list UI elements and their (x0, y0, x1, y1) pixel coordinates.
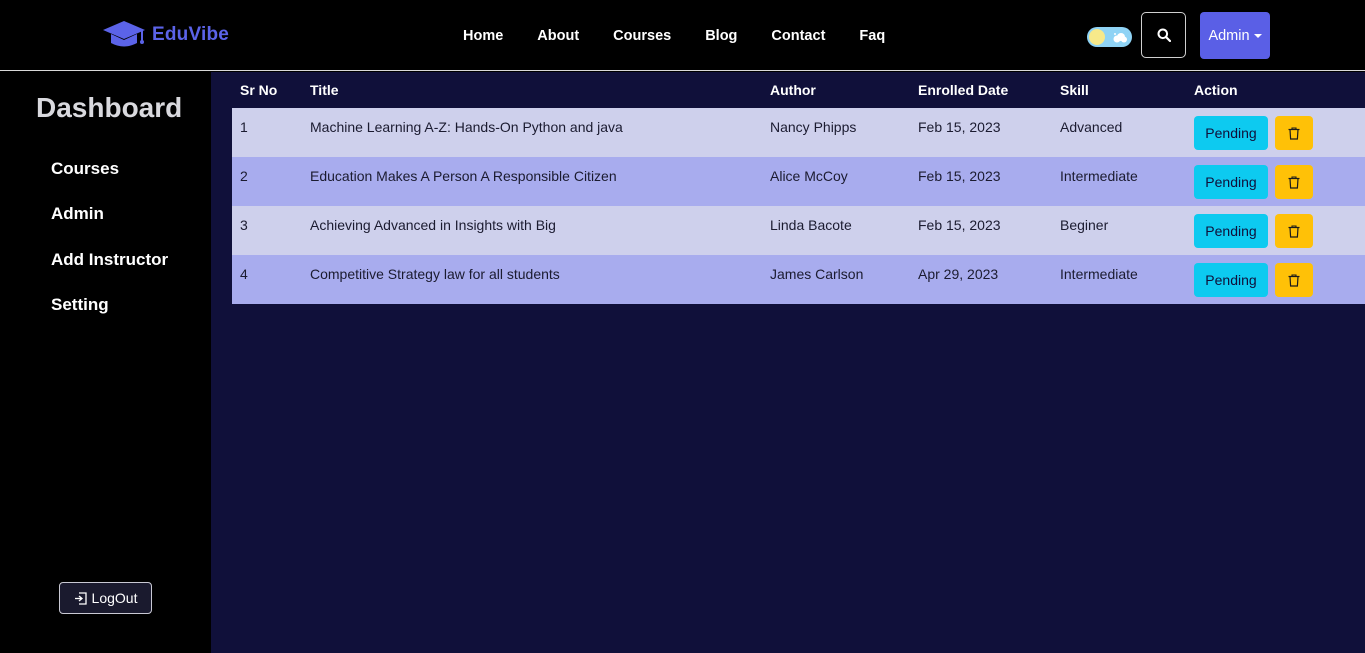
cell-date: Feb 15, 2023 (910, 206, 1052, 255)
table-row: 1 Machine Learning A-Z: Hands-On Python … (232, 108, 1365, 157)
main-nav: Home About Courses Blog Contact Faq (463, 0, 919, 71)
enrolled-courses-table: Sr No Title Author Enrolled Date Skill A… (232, 72, 1365, 304)
cell-skill: Advanced (1052, 108, 1186, 157)
admin-label: Admin (1208, 27, 1250, 44)
cell-author: Nancy Phipps (762, 108, 910, 157)
header-author: Author (770, 82, 816, 98)
cell-title: Education Makes A Person A Responsible C… (302, 157, 762, 206)
table-header-row: Sr No Title Author Enrolled Date Skill A… (232, 72, 1365, 108)
pending-button[interactable]: Pending (1194, 214, 1268, 248)
cell-sr-no: 3 (232, 206, 302, 255)
cell-date: Apr 29, 2023 (910, 255, 1052, 304)
cell-title: Competitive Strategy law for all student… (302, 255, 762, 304)
cell-skill: Intermediate (1052, 255, 1186, 304)
cell-date: Feb 15, 2023 (910, 157, 1052, 206)
delete-button[interactable] (1275, 263, 1313, 297)
sidebar-item-add-instructor[interactable]: Add Instructor (51, 250, 168, 270)
delete-button[interactable] (1275, 116, 1313, 150)
header-action: Action (1194, 82, 1238, 98)
nav-about[interactable]: About (537, 28, 579, 44)
table-row: 3 Achieving Advanced in Insights with Bi… (232, 206, 1365, 255)
logout-button[interactable]: LogOut (59, 582, 152, 614)
delete-button[interactable] (1275, 214, 1313, 248)
sun-icon (1089, 29, 1105, 45)
brand-name: EduVibe (152, 24, 230, 45)
cell-action: Pending (1186, 157, 1365, 206)
cell-author: Linda Bacote (762, 206, 910, 255)
cell-title: Achieving Advanced in Insights with Big (302, 206, 762, 255)
trash-icon (1288, 176, 1300, 189)
pending-button[interactable]: Pending (1194, 165, 1268, 199)
cell-sr-no: 1 (232, 108, 302, 157)
cell-action: Pending (1186, 206, 1365, 255)
cell-sr-no: 4 (232, 255, 302, 304)
main-content: Sr No Title Author Enrolled Date Skill A… (211, 72, 1365, 653)
top-header: EduVibe Home About Courses Blog Contact … (0, 0, 1365, 71)
table-row: 2 Education Makes A Person A Responsible… (232, 157, 1365, 206)
logout-label: LogOut (91, 590, 138, 606)
pending-button[interactable]: Pending (1194, 263, 1268, 297)
header-skill: Skill (1060, 82, 1089, 98)
header-title: Title (310, 82, 339, 98)
chevron-down-icon (1253, 34, 1262, 38)
cloud-icon (1113, 33, 1127, 43)
trash-icon (1288, 274, 1300, 287)
search-icon (1157, 28, 1171, 42)
header-sr-no: Sr No (240, 82, 278, 98)
cell-action: Pending (1186, 255, 1365, 304)
nav-courses[interactable]: Courses (613, 28, 671, 44)
header-enrolled-date: Enrolled Date (918, 82, 1009, 98)
nav-home[interactable]: Home (463, 28, 503, 44)
sidebar: Dashboard Courses Admin Add Instructor S… (0, 72, 211, 653)
trash-icon (1288, 225, 1300, 238)
cell-skill: Intermediate (1052, 157, 1186, 206)
trash-icon (1288, 127, 1300, 140)
graduation-cap-icon (103, 21, 145, 47)
cell-action: Pending (1186, 108, 1365, 157)
nav-blog[interactable]: Blog (705, 28, 737, 44)
cell-date: Feb 15, 2023 (910, 108, 1052, 157)
theme-toggle[interactable] (1087, 27, 1132, 47)
cell-sr-no: 2 (232, 157, 302, 206)
brand-logo[interactable]: EduVibe (102, 19, 229, 51)
nav-faq[interactable]: Faq (859, 28, 885, 44)
delete-button[interactable] (1275, 165, 1313, 199)
table-row: 4 Competitive Strategy law for all stude… (232, 255, 1365, 304)
cell-skill: Beginer (1052, 206, 1186, 255)
search-button[interactable] (1141, 12, 1186, 58)
cell-author: James Carlson (762, 255, 910, 304)
sidebar-title: Dashboard (36, 92, 183, 123)
logout-icon (74, 591, 87, 605)
sidebar-item-setting[interactable]: Setting (51, 295, 109, 315)
admin-dropdown-button[interactable]: Admin (1200, 12, 1270, 59)
nav-contact[interactable]: Contact (771, 28, 825, 44)
sidebar-item-courses[interactable]: Courses (51, 159, 119, 179)
sidebar-item-admin[interactable]: Admin (51, 204, 104, 224)
pending-button[interactable]: Pending (1194, 116, 1268, 150)
cell-title: Machine Learning A-Z: Hands-On Python an… (302, 108, 762, 157)
cell-author: Alice McCoy (762, 157, 910, 206)
